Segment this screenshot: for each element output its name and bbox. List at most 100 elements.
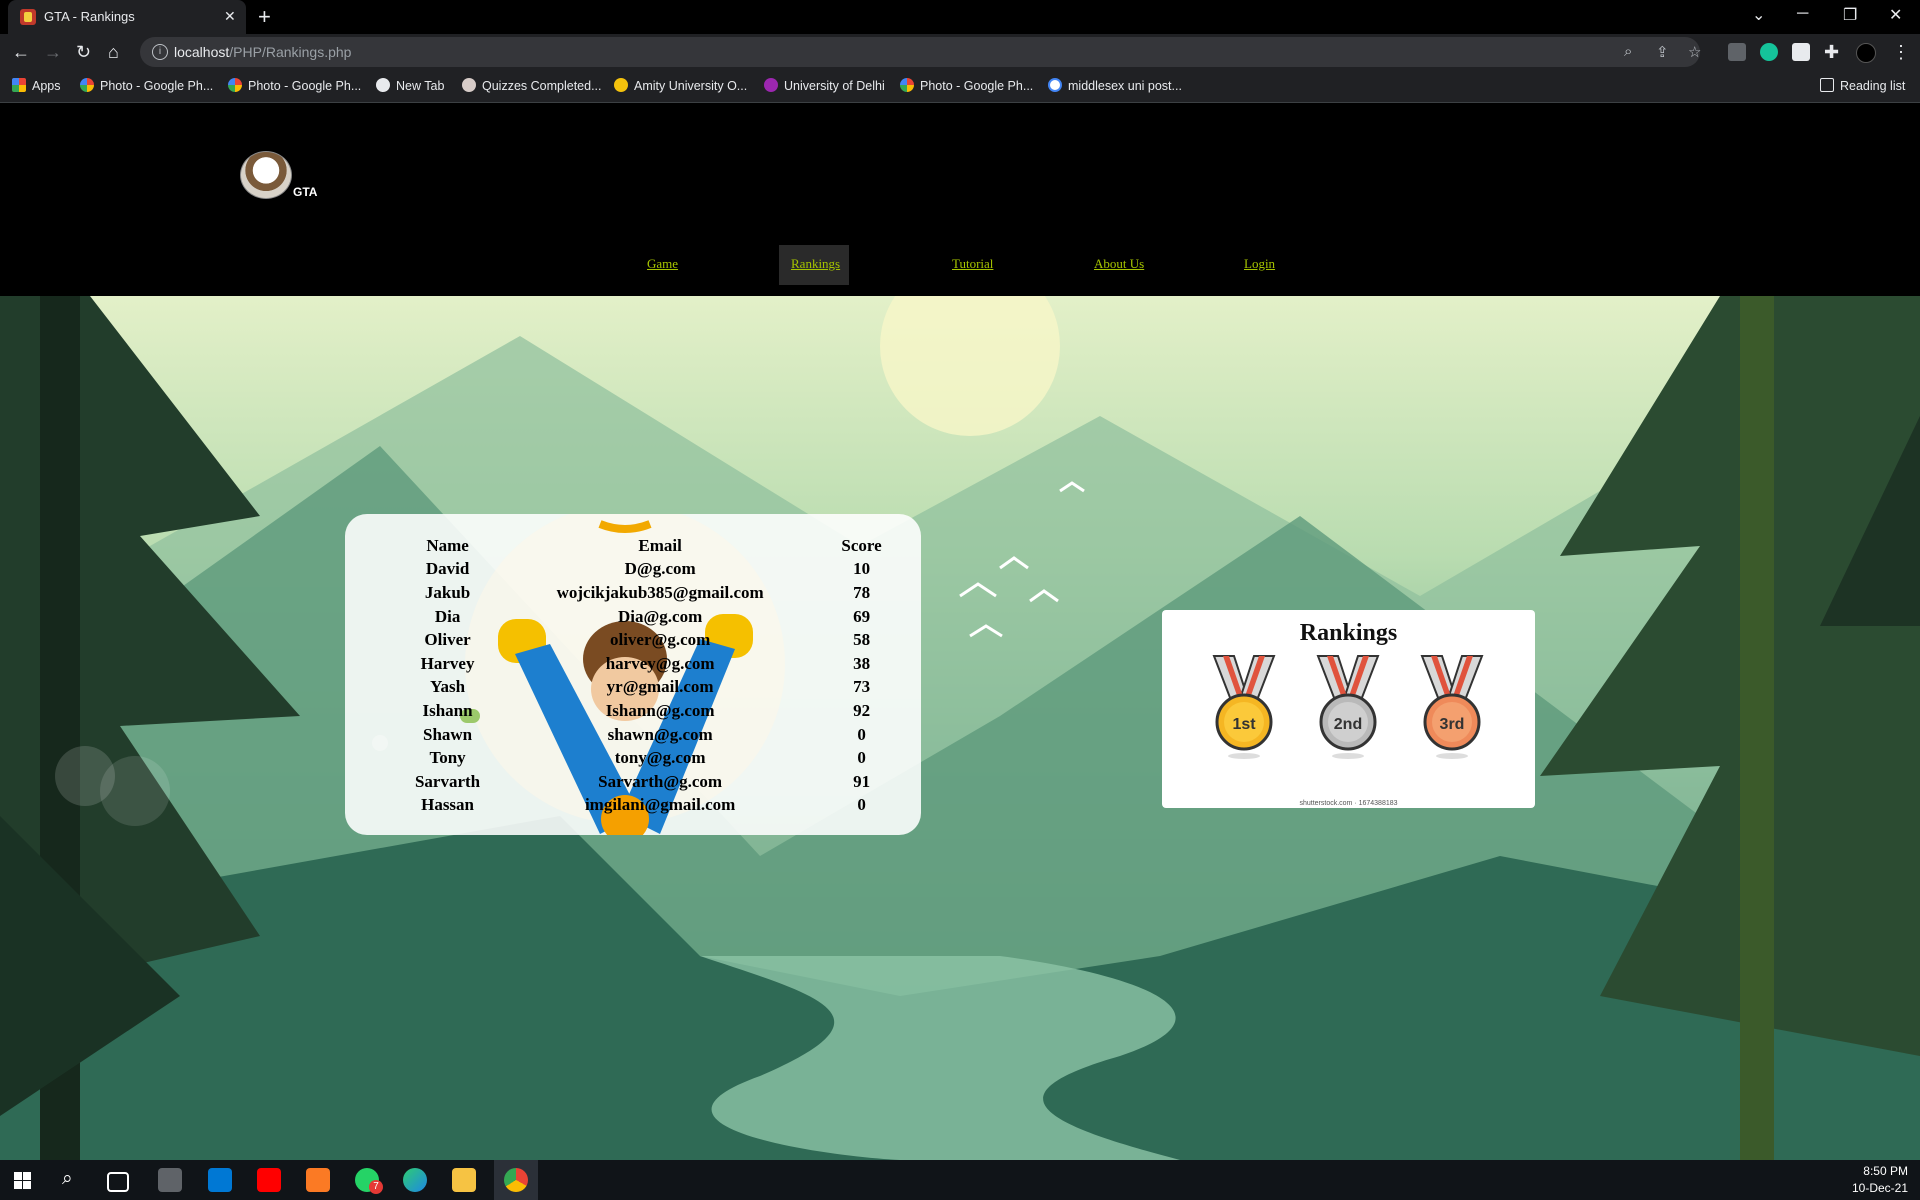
web-page: GTA Game Rankings Tutorial About Us Logi… (0, 103, 1920, 1160)
player-email: oliver@g.com (609, 630, 711, 650)
minimize-icon[interactable]: ─ (1797, 5, 1808, 23)
table-row: Dia Dia@g.com 69 (377, 605, 921, 629)
home-icon[interactable]: ⌂ (108, 42, 119, 62)
bookmark-label: Photo - Google Ph... (920, 79, 1034, 93)
profile-avatar[interactable] (1856, 43, 1876, 63)
bookmark-item[interactable]: University of Delhi (764, 76, 885, 96)
player-score: 0 (857, 795, 866, 815)
player-name: Oliver (424, 630, 471, 650)
player-email: D@g.com (624, 559, 696, 579)
reading-list-icon (1820, 78, 1834, 92)
new-tab-icon[interactable]: + (258, 4, 271, 30)
bookmark-item[interactable]: Photo - Google Ph... (80, 76, 213, 96)
bookmark-label: middlesex uni post... (1068, 79, 1182, 93)
site-header: GTA Game Rankings Tutorial About Us Logi… (0, 103, 1920, 296)
university-icon (764, 78, 778, 92)
table-row: Jakub wojcikjakub385@gmail.com 78 (377, 581, 921, 605)
nav-about-us[interactable]: About Us (1094, 256, 1144, 272)
reload-icon[interactable]: ↻ (76, 42, 91, 62)
player-name: Harvey (420, 653, 475, 673)
forward-icon[interactable]: → (44, 42, 62, 62)
player-name: Tony (429, 748, 466, 768)
bookmark-star-icon[interactable]: ☆ (1688, 43, 1701, 61)
column-header-name: Name (426, 535, 469, 555)
youtube-icon[interactable] (257, 1168, 281, 1192)
rankings-table: Name Email Score David D@g.com 10 Jakub woj… (377, 534, 921, 817)
table-row: Sarvarth Sarvarth@g.com 91 (377, 770, 921, 794)
silver-medal-icon: 2nd (1316, 655, 1380, 759)
close-window-icon[interactable]: ✕ (1889, 5, 1902, 25)
player-email: Sarvarth@g.com (598, 771, 723, 791)
camera-app-icon[interactable] (158, 1168, 182, 1192)
bookmark-item[interactable]: Photo - Google Ph... (900, 76, 1033, 96)
logo-text: GTA (293, 185, 318, 199)
bookmark-item[interactable]: middlesex uni post... (1048, 76, 1182, 96)
edge-browser-icon[interactable] (403, 1168, 427, 1192)
reading-list-button[interactable]: Reading list (1820, 76, 1905, 96)
bronze-medal-label: 3rd (1440, 716, 1465, 733)
bookmark-label: Photo - Google Ph... (248, 79, 362, 93)
browser-tab[interactable]: GTA - Rankings ✕ (8, 0, 246, 34)
restore-icon[interactable]: ❐ (1843, 5, 1857, 25)
player-name: Ishann (422, 700, 473, 720)
table-row: Yash yr@gmail.com 73 (377, 676, 921, 700)
grammarly-icon[interactable] (1760, 43, 1778, 61)
chrome-icon[interactable] (504, 1168, 528, 1192)
table-row: Ishann Ishann@g.com 92 (377, 699, 921, 723)
browser-toolbar: ← → ↻ ⌂ i localhost/PHP/Rankings.php ⌕ ⇪… (0, 34, 1920, 70)
player-email: tony@g.com (614, 748, 706, 768)
player-name: Yash (430, 677, 466, 697)
site-favicon-icon (20, 9, 36, 25)
nav-rankings[interactable]: Rankings (791, 256, 840, 272)
url-text[interactable]: localhost/PHP/Rankings.php (174, 44, 351, 60)
bookmark-apps[interactable]: Apps (12, 76, 61, 96)
reading-list-label: Reading list (1840, 79, 1906, 93)
menu-icon[interactable]: ⋮ (1892, 42, 1910, 62)
tab-search-icon[interactable]: ⌄ (1752, 5, 1765, 25)
windows-start-icon[interactable] (14, 1172, 31, 1189)
bookmark-label: Quizzes Completed... (482, 79, 602, 93)
search-icon[interactable]: ⌕ (62, 1168, 73, 1190)
google-photos-icon (900, 78, 914, 92)
tab-close-icon[interactable]: ✕ (224, 8, 236, 25)
nav-login[interactable]: Login (1244, 256, 1275, 272)
file-explorer-icon[interactable] (452, 1168, 476, 1192)
system-clock[interactable]: 8:50 PM 10-Dec-21 (1850, 1163, 1908, 1197)
clock-time: 8:50 PM (1863, 1164, 1908, 1178)
extension-b-icon[interactable] (1792, 43, 1810, 61)
table-row: David D@g.com 10 (377, 558, 921, 582)
table-row: Harvey harvey@g.com 38 (377, 652, 921, 676)
bookmark-item[interactable]: Photo - Google Ph... (228, 76, 361, 96)
nav-tutorial[interactable]: Tutorial (952, 256, 993, 272)
clock-date: 10-Dec-21 (1851, 1181, 1908, 1195)
task-view-icon[interactable] (107, 1172, 129, 1192)
bookmark-item[interactable]: Quizzes Completed... (462, 76, 602, 96)
player-email: Ishann@g.com (605, 700, 715, 720)
whatsapp-icon[interactable]: 7 (355, 1168, 383, 1194)
address-bar[interactable]: i localhost/PHP/Rankings.php ⌕ ⇪ ☆ (140, 37, 1701, 67)
bookmark-item[interactable]: Amity University O... (614, 76, 747, 96)
player-email: Dia@g.com (617, 606, 703, 626)
extensions-puzzle-icon[interactable]: ✚ (1824, 42, 1839, 62)
zoom-icon[interactable]: ⌕ (1624, 43, 1632, 60)
back-icon[interactable]: ← (12, 42, 30, 62)
notification-badge: 7 (369, 1180, 383, 1194)
globe-icon (376, 78, 390, 92)
xampp-icon[interactable] (306, 1168, 330, 1192)
table-header-row: Name Email Score (377, 534, 921, 558)
player-email: yr@gmail.com (606, 677, 714, 697)
medal-card-title: Rankings (1299, 620, 1398, 646)
player-name: Dia (434, 606, 461, 626)
nav-game[interactable]: Game (647, 256, 678, 272)
table-row: Tony tony@g.com 0 (377, 746, 921, 770)
extension-icon[interactable] (1728, 43, 1746, 61)
share-icon[interactable]: ⇪ (1656, 43, 1669, 61)
store-app-icon[interactable] (208, 1168, 232, 1192)
table-row: Shawn shawn@g.com 0 (377, 723, 921, 747)
bookmarks-bar: Apps Photo - Google Ph... Photo - Google… (0, 70, 1920, 103)
player-name: David (425, 559, 470, 579)
site-logo[interactable] (240, 151, 292, 199)
bookmark-item[interactable]: New Tab (376, 76, 444, 96)
site-info-icon[interactable]: i (152, 44, 168, 60)
player-name: Sarvarth (414, 771, 481, 791)
